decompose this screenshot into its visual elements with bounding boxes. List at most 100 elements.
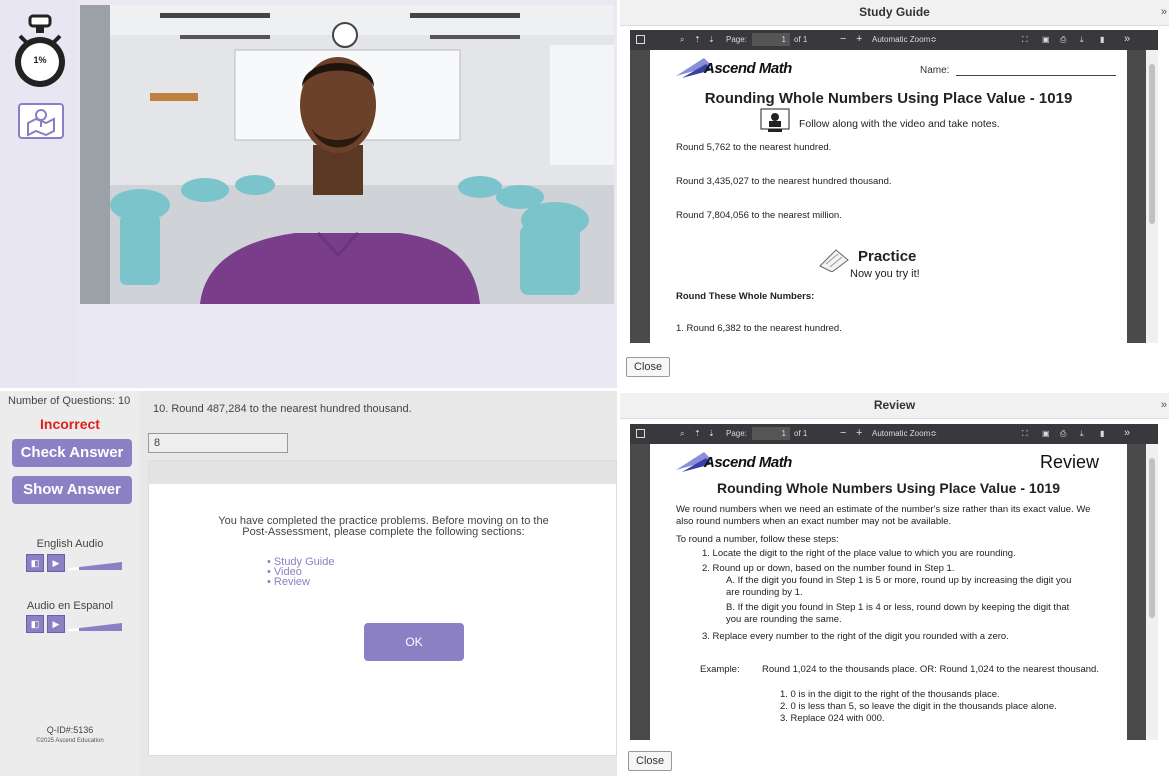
pdf-page: Ascend Math Name: Rounding Whole Numbers… — [650, 50, 1127, 343]
question-text: 10. Round 487,284 to the nearest hundred… — [153, 403, 412, 415]
ok-button[interactable]: OK — [364, 623, 464, 661]
page-number-input[interactable]: 1 — [752, 33, 790, 46]
brand-name: Ascend Math — [704, 454, 792, 471]
open-file-icon[interactable]: ▣ — [1042, 35, 1050, 44]
completion-dialog: You have completed the practice problems… — [148, 460, 617, 756]
page-count: of 1 — [794, 35, 808, 44]
study-guide-panel: Study Guide » ⌕ ⇡ ⇣ Page: 1 of 1 − + Aut… — [620, 0, 1169, 388]
review-title: Rounding Whole Numbers Using Place Value… — [716, 480, 1061, 496]
prev-page-icon[interactable]: ⇡ — [694, 429, 701, 438]
panel-close-icon[interactable]: » — [1161, 6, 1167, 18]
review-close-button[interactable]: Close — [628, 751, 673, 771]
teacher-video-icon — [760, 108, 790, 132]
english-audio-control: ◧ ▶ — [26, 554, 122, 576]
map-pin-icon — [27, 109, 55, 137]
sidebar-toggle-icon[interactable] — [636, 35, 645, 44]
print-icon[interactable]: ⎙ — [1060, 429, 1066, 439]
worksheet-title: Rounding Whole Numbers Using Place Value… — [704, 90, 1073, 107]
progress-stopwatch: 1% — [12, 14, 68, 90]
presentation-icon[interactable]: ⛶ — [1022, 35, 1028, 45]
step-2b: B. If the digit you found in Step 1 is 4… — [726, 602, 1070, 625]
audio-play-button[interactable]: ▶ — [47, 615, 65, 633]
presentation-icon[interactable]: ⛶ — [1022, 429, 1028, 439]
pdf-toolbar: ⌕ ⇡ ⇣ Page: 1 of 1 − + Automatic Zoom≎ ⛶… — [630, 424, 1158, 444]
example-step-3: 3. Replace 024 with 000. — [780, 713, 885, 724]
name-label: Name: — [920, 65, 950, 76]
pdf-scrollbar[interactable] — [1146, 444, 1158, 740]
audio-play-button[interactable]: ▶ — [47, 554, 65, 572]
step-3: 3. Replace every number to the right of … — [702, 631, 1009, 642]
page-label: Page: — [726, 35, 747, 44]
name-line — [956, 75, 1116, 76]
panel-close-icon[interactable]: » — [1161, 399, 1167, 411]
pdf-toolbar: ⌕ ⇡ ⇣ Page: 1 of 1 − + Automatic Zoom≎ ⛶… — [630, 30, 1158, 50]
answer-input[interactable]: 8 — [148, 433, 288, 453]
map-button[interactable] — [18, 103, 64, 139]
next-page-icon[interactable]: ⇣ — [708, 35, 715, 44]
audio-rewind-button[interactable]: ◧ — [26, 615, 44, 633]
download-icon[interactable]: ⤓ — [1080, 35, 1084, 45]
show-answer-button[interactable]: Show Answer — [12, 476, 132, 504]
round-these-heading: Round These Whole Numbers: — [676, 291, 815, 302]
volume-slider[interactable] — [68, 562, 122, 570]
tools-icon[interactable]: » — [1124, 33, 1130, 45]
page-number-input[interactable]: 1 — [752, 427, 790, 440]
round-item-1: Round 5,762 to the nearest hundred. — [676, 142, 832, 153]
next-page-icon[interactable]: ⇣ — [708, 429, 715, 438]
download-icon[interactable]: ⤓ — [1080, 429, 1084, 439]
print-icon[interactable]: ⎙ — [1060, 35, 1066, 45]
page-label: Page: — [726, 429, 747, 438]
zoom-in-icon[interactable]: + — [856, 33, 862, 45]
bookmark-icon[interactable]: ▮ — [1100, 35, 1104, 44]
brand-name: Ascend Math — [704, 60, 792, 77]
volume-slider[interactable] — [68, 623, 122, 631]
step-2a: A. If the digit you found in Step 1 is 5… — [726, 575, 1072, 598]
audio-rewind-button[interactable]: ◧ — [26, 554, 44, 572]
pdf-viewer: ⌕ ⇡ ⇣ Page: 1 of 1 − + Automatic Zoom≎ ⛶… — [630, 30, 1158, 343]
prev-page-icon[interactable]: ⇡ — [694, 35, 701, 44]
find-icon[interactable]: ⌕ — [680, 429, 684, 439]
practice-heading: Practice — [858, 248, 917, 265]
step-2: 2. Round up or down, based on the number… — [702, 563, 955, 574]
stopwatch-icon — [15, 14, 65, 87]
quiz-sidebar: Number of Questions: 10 Incorrect Check … — [0, 391, 140, 776]
page-count: of 1 — [794, 429, 808, 438]
review-panel: Review » ⌕ ⇡ ⇣ Page: 1 of 1 − + Automati… — [620, 393, 1169, 776]
dialog-message-line-2: Post-Assessment, please complete the fol… — [242, 526, 525, 538]
zoom-in-icon[interactable]: + — [856, 427, 862, 439]
question-id: Q-ID#:5136 — [46, 725, 94, 735]
open-file-icon[interactable]: ▣ — [1042, 429, 1050, 438]
zoom-out-icon[interactable]: − — [840, 33, 846, 45]
round-item-2: Round 3,435,027 to the nearest hundred t… — [676, 176, 892, 187]
video-frame-image — [80, 5, 614, 304]
round-item-3: Round 7,804,056 to the nearest million. — [676, 210, 842, 221]
example-label: Example: — [700, 664, 740, 675]
question-count: Number of Questions: 10 — [8, 395, 131, 407]
pdf-viewer: ⌕ ⇡ ⇣ Page: 1 of 1 − + Automatic Zoom≎ ⛶… — [630, 424, 1158, 740]
example-step-1: 1. 0 is in the digit to the right of the… — [780, 689, 1000, 700]
pdf-page: Ascend Math Review Rounding Whole Number… — [650, 444, 1127, 740]
zoom-select[interactable]: Automatic Zoom≎ — [872, 429, 937, 438]
pdf-scrollbar[interactable] — [1146, 50, 1158, 343]
step-1: 1. Locate the digit to the right of the … — [702, 548, 1016, 559]
copyright: ©2025 Ascend Education — [36, 738, 104, 744]
lesson-video[interactable] — [80, 5, 614, 304]
progress-percent: 1% — [33, 55, 47, 65]
bookmark-icon[interactable]: ▮ — [1100, 429, 1104, 438]
notebook-icon — [819, 249, 849, 272]
english-audio-label: English Audio — [36, 538, 104, 550]
zoom-out-icon[interactable]: − — [840, 427, 846, 439]
spanish-audio-control: ◧ ▶ — [26, 615, 122, 637]
tools-icon[interactable]: » — [1124, 427, 1130, 439]
study-guide-close-button[interactable]: Close — [626, 357, 671, 377]
zoom-select[interactable]: Automatic Zoom≎ — [872, 35, 937, 44]
check-answer-button[interactable]: Check Answer — [12, 439, 132, 467]
sidebar-toggle-icon[interactable] — [636, 429, 645, 438]
practice-question-1: 1. Round 6,382 to the nearest hundred. — [676, 323, 842, 334]
find-icon[interactable]: ⌕ — [680, 35, 684, 45]
section-link-review[interactable]: • Review — [267, 577, 334, 588]
practice-subtitle: Now you try it! — [850, 268, 920, 280]
dialog-message: You have completed the practice problems… — [149, 516, 618, 538]
section-list: • Study Guide • Video • Review — [267, 557, 334, 588]
spanish-audio-label: Audio en Espanol — [26, 600, 114, 612]
